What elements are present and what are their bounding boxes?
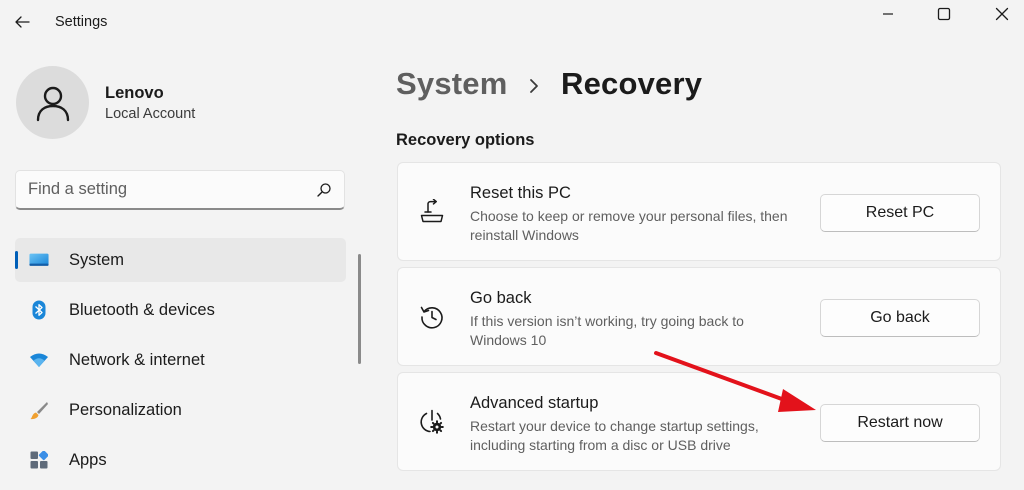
avatar[interactable]	[16, 66, 89, 139]
sidebar-item-system[interactable]: System	[15, 238, 346, 282]
sidebar-item-personalization[interactable]: Personalization	[15, 388, 346, 432]
sidebar-item-label: Bluetooth & devices	[69, 301, 215, 319]
page-title: Recovery	[561, 66, 703, 101]
card-go-back: Go back If this version isn’t working, t…	[397, 267, 1001, 366]
sidebar-item-label: System	[69, 251, 125, 269]
card-title: Advanced startup	[470, 394, 599, 412]
card-title: Reset this PC	[470, 184, 571, 202]
sidebar-item-label: Apps	[69, 451, 107, 469]
maximize-icon	[937, 7, 951, 21]
apps-icon	[29, 450, 49, 470]
card-description: Choose to keep or remove your personal f…	[470, 208, 788, 243]
history-icon	[418, 303, 446, 331]
card-description: If this version isn’t working, try going…	[470, 313, 744, 348]
section-heading: Recovery options	[396, 131, 535, 149]
app-title: Settings	[55, 14, 108, 30]
search-icon[interactable]	[316, 182, 332, 198]
brush-icon	[29, 400, 49, 420]
sidebar-item-apps[interactable]: Apps	[15, 438, 346, 482]
profile-account-type: Local Account	[105, 106, 196, 122]
go-back-button[interactable]: Go back	[820, 299, 980, 337]
title-bar: Settings	[0, 0, 1024, 44]
breadcrumb-parent[interactable]: System	[396, 66, 508, 102]
sidebar-scrollbar[interactable]	[358, 254, 361, 364]
back-button[interactable]	[8, 8, 36, 36]
power-settings-icon	[418, 408, 446, 436]
person-icon	[36, 86, 69, 121]
monitor-icon	[29, 250, 49, 270]
minimize-button[interactable]	[860, 0, 916, 28]
minimize-icon	[883, 13, 893, 15]
card-reset-pc: Reset this PC Choose to keep or remove y…	[397, 162, 1001, 261]
wifi-icon	[29, 350, 49, 370]
reset-pc-button[interactable]: Reset PC	[820, 194, 980, 232]
search-box[interactable]	[15, 170, 345, 210]
active-indicator	[15, 251, 18, 269]
close-button[interactable]	[974, 0, 1024, 28]
bluetooth-icon	[29, 300, 49, 320]
card-description: Restart your device to change startup se…	[470, 418, 759, 453]
chevron-right-icon	[530, 79, 538, 93]
back-arrow-icon	[15, 16, 30, 28]
sidebar-item-label: Personalization	[69, 401, 182, 419]
close-icon	[995, 7, 1009, 21]
sidebar-item-network[interactable]: Network & internet	[15, 338, 346, 382]
restart-now-button[interactable]: Restart now	[820, 404, 980, 442]
search-input[interactable]	[28, 171, 308, 208]
maximize-button[interactable]	[916, 0, 972, 28]
card-advanced-startup: Advanced startup Restart your device to …	[397, 372, 1001, 471]
sidebar-item-label: Network & internet	[69, 351, 205, 369]
sidebar-item-bluetooth[interactable]: Bluetooth & devices	[15, 288, 346, 332]
card-title: Go back	[470, 289, 532, 307]
profile-name: Lenovo	[105, 84, 164, 102]
reset-pc-icon	[418, 198, 446, 226]
